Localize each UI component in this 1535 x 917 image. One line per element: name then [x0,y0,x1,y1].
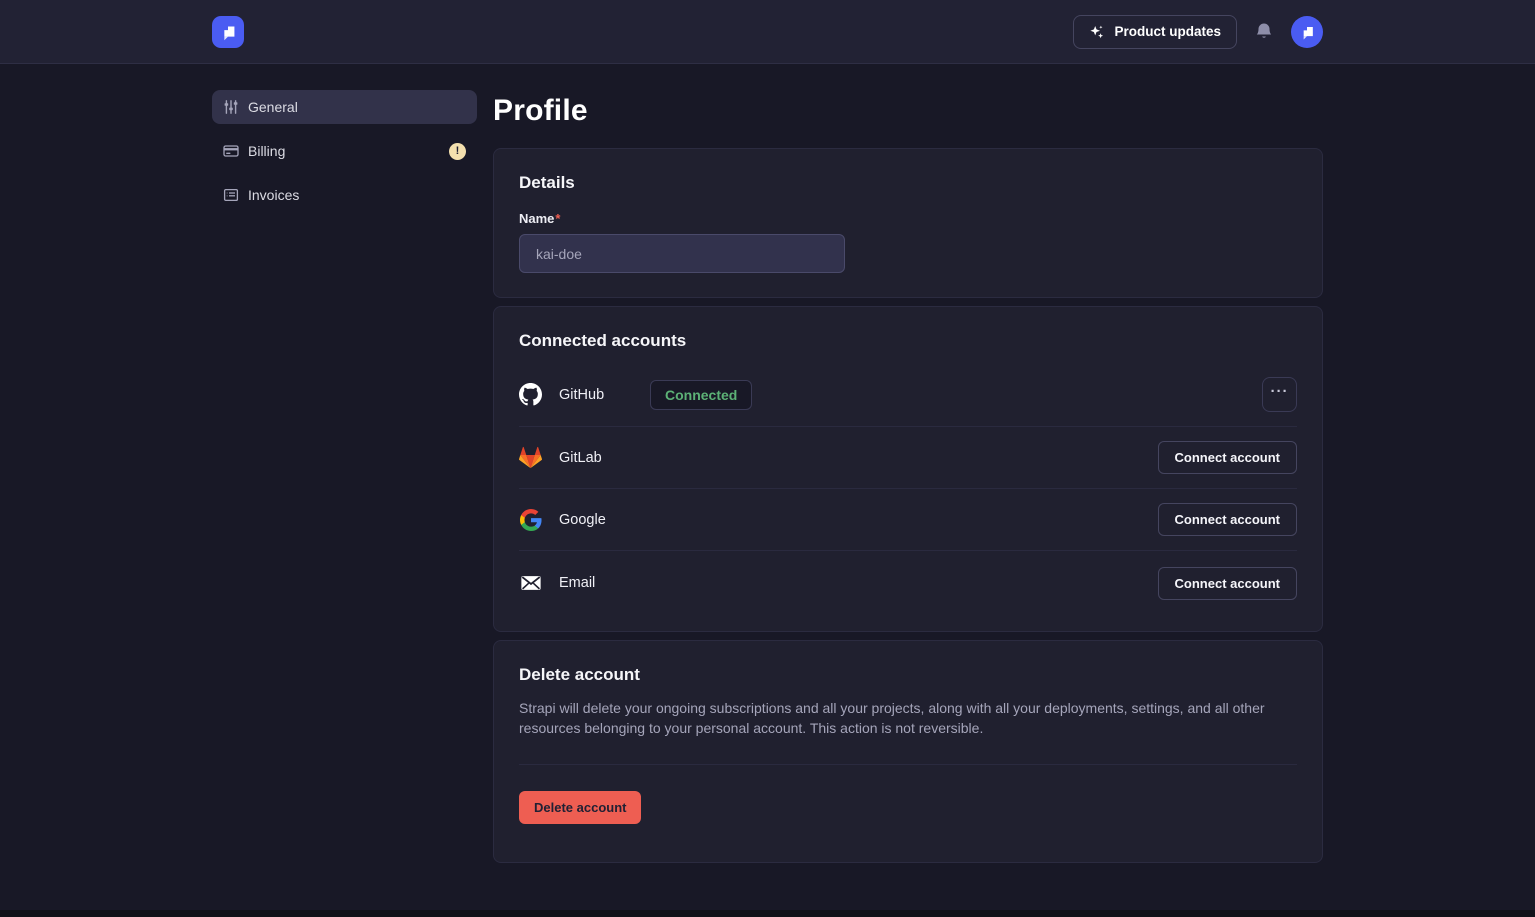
delete-account-card: Delete account Strapi will delete your o… [493,640,1323,863]
product-updates-label: Product updates [1114,24,1221,39]
divider [519,764,1297,765]
strapi-logo[interactable] [212,16,244,48]
connected-accounts-card: Connected accounts GitHub Connected ··· [493,306,1323,632]
sidebar-item-label: General [248,99,298,115]
settings-sidebar: General Billing ! [212,90,477,212]
profile-page: Profile Details Name* Connected accounts [493,90,1323,911]
provider-name: GitHub [559,387,614,403]
sidebar-item-billing[interactable]: Billing ! [212,134,477,168]
account-row-email: Email Connect account [519,551,1297,607]
connect-gitlab-button[interactable]: Connect account [1158,441,1297,474]
credit-card-icon [223,143,239,159]
strapi-avatar-icon [1297,22,1317,42]
connected-accounts-title: Connected accounts [519,331,1297,351]
user-avatar[interactable] [1291,16,1323,48]
delete-account-button[interactable]: Delete account [519,791,641,824]
bell-icon[interactable] [1254,22,1274,42]
account-row-gitlab: GitLab Connect account [519,427,1297,489]
provider-name: Google [559,512,614,528]
sidebar-item-label: Billing [248,143,285,159]
required-marker: * [555,211,560,226]
name-input[interactable] [519,234,845,273]
ellipsis-icon: ··· [1271,384,1289,399]
sidebar-item-label: Invoices [248,187,299,203]
account-row-google: Google Connect account [519,489,1297,551]
sidebar-item-invoices[interactable]: Invoices [212,178,477,212]
bottom-edge [0,910,1535,917]
sliders-icon [223,99,239,115]
page-title: Profile [493,94,1323,128]
details-title: Details [519,173,1297,193]
account-row-github: GitHub Connected ··· [519,363,1297,427]
name-label: Name* [519,211,1297,226]
gitlab-icon [519,446,542,469]
strapi-logo-icon [217,21,239,43]
sparkles-icon [1089,24,1105,40]
billing-warning-badge: ! [449,143,466,160]
sidebar-item-general[interactable]: General [212,90,477,124]
invoice-icon [223,187,239,203]
product-updates-button[interactable]: Product updates [1073,15,1237,49]
github-more-options-button[interactable]: ··· [1262,377,1297,412]
google-icon [519,508,542,531]
email-icon [519,572,542,595]
delete-account-title: Delete account [519,665,1297,685]
connect-google-button[interactable]: Connect account [1158,503,1297,536]
provider-name: Email [559,575,614,591]
connected-status-badge: Connected [650,380,752,410]
delete-account-description: Strapi will delete your ongoing subscrip… [519,698,1297,738]
details-card: Details Name* [493,148,1323,298]
topbar: Product updates [0,0,1535,64]
provider-name: GitLab [559,450,614,466]
connect-email-button[interactable]: Connect account [1158,567,1297,600]
github-icon [519,383,542,406]
